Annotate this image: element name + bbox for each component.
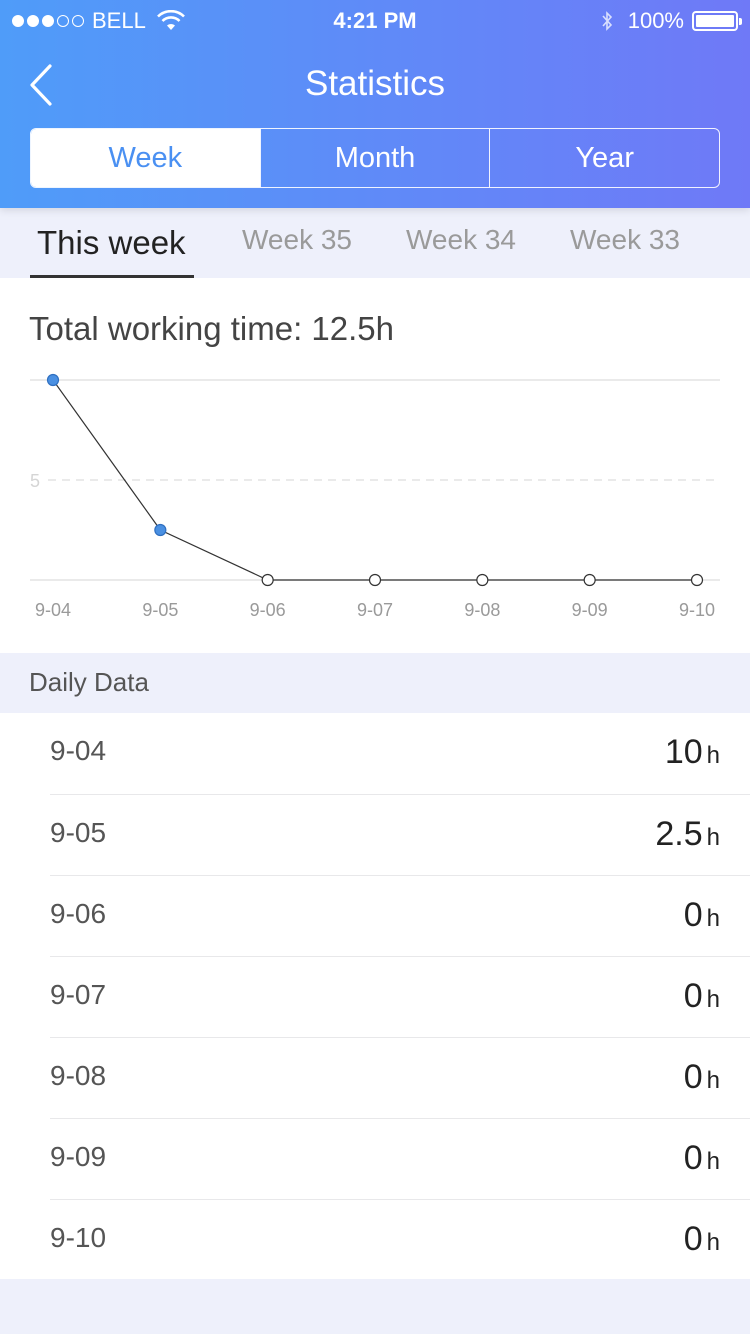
row-unit: h [706,905,720,932]
row-date: 9-06 [50,898,107,929]
row-unit: h [706,1148,720,1175]
row-number: 0 [683,896,703,934]
row-date: 9-09 [50,1141,107,1172]
row-date: 9-10 [50,1222,107,1253]
list-item[interactable]: 9-05 2.5 h [50,794,750,875]
x-tick-label: 9-04 [35,600,71,620]
battery-percent: 100% [627,8,684,33]
daily-data-header: Daily Data [0,653,750,713]
list-item[interactable]: 9-08 0h [50,1037,750,1118]
battery-nub [739,18,742,25]
bluetooth-icon [602,11,612,31]
data-point [261,573,274,587]
week-tabs: This week Week 35 Week 34 Week 33 [0,208,750,278]
row-number: 0 [683,1220,703,1258]
x-tick-label: 9-07 [357,600,393,620]
tab-this-week[interactable]: This week [37,224,186,262]
row-number: 10 [664,733,703,771]
row-value: 0h [684,1139,720,1178]
status-right: 100% [600,8,742,34]
tab-week[interactable]: Week [31,129,260,187]
list-item[interactable]: 9-10 0h [50,1199,750,1280]
x-tick-label: 9-05 [142,600,178,620]
row-unit: h [706,1229,720,1256]
chart-panel: Total working time: 12.5h 5 9-04 9-05 9-06 9… [0,278,750,653]
x-tick-label: 9-06 [250,600,286,620]
daily-data-heading: Daily Data [29,667,149,697]
data-point [368,573,382,587]
row-unit: h [706,824,720,851]
row-unit: h [706,986,720,1013]
row-date: 9-05 [50,817,107,848]
active-tab-indicator [30,275,194,278]
row-date: 9-04 [50,735,107,766]
page-title: Statistics [304,64,446,103]
tab-week-33[interactable]: Week 33 [570,224,680,256]
x-tick-label: 9-09 [572,600,608,620]
row-number: 0 [683,977,703,1015]
row-value: 2.5 h [655,815,720,854]
list-item[interactable]: 9-04 10 h [50,713,750,794]
list-item[interactable]: 9-06 0h [50,875,750,956]
list-item[interactable]: 9-09 0h [50,1118,750,1199]
row-value: 0h [684,1058,720,1097]
row-date: 9-08 [50,1060,107,1091]
row-value: 0h [684,896,720,935]
tab-month[interactable]: Month [259,129,490,187]
list-item[interactable]: 9-07 0h [50,956,750,1037]
tab-week-34[interactable]: Week 34 [406,224,516,256]
row-value: 0h [684,977,720,1016]
data-point [583,573,596,587]
tab-year[interactable]: Year [489,129,719,187]
data-point [46,373,60,387]
data-point [476,573,489,587]
row-unit: h [706,1067,720,1094]
x-tick-label: 9-08 [464,600,500,620]
row-value: 10 h [665,733,720,772]
daily-data-list: 9-04 10 h 9-05 2.5 h 9-06 0h 9-07 0h 9-08 … [0,713,750,1279]
x-tick-label: 9-10 [679,600,715,620]
battery-level [696,15,734,27]
period-segmented-control: Week Month Year [30,128,720,188]
tab-week-35[interactable]: Week 35 [242,224,352,256]
row-number: 2.5 [655,815,703,853]
row-number: 0 [683,1139,703,1177]
data-point [154,523,167,537]
y-tick-label: 5 [30,471,40,491]
row-number: 0 [683,1058,703,1096]
header: BELL 4:21 PM 100% Statistics Week Month … [0,0,750,208]
data-point [690,573,704,587]
line-chart: 5 9-04 9-05 9-06 9-07 9-08 9-09 9-10 [30,373,720,620]
status-bar: BELL 4:21 PM 100% [0,0,750,40]
battery-icon [692,11,742,31]
row-value: 0h [684,1220,720,1259]
row-unit: h [706,742,720,769]
row-date: 9-07 [50,979,107,1010]
